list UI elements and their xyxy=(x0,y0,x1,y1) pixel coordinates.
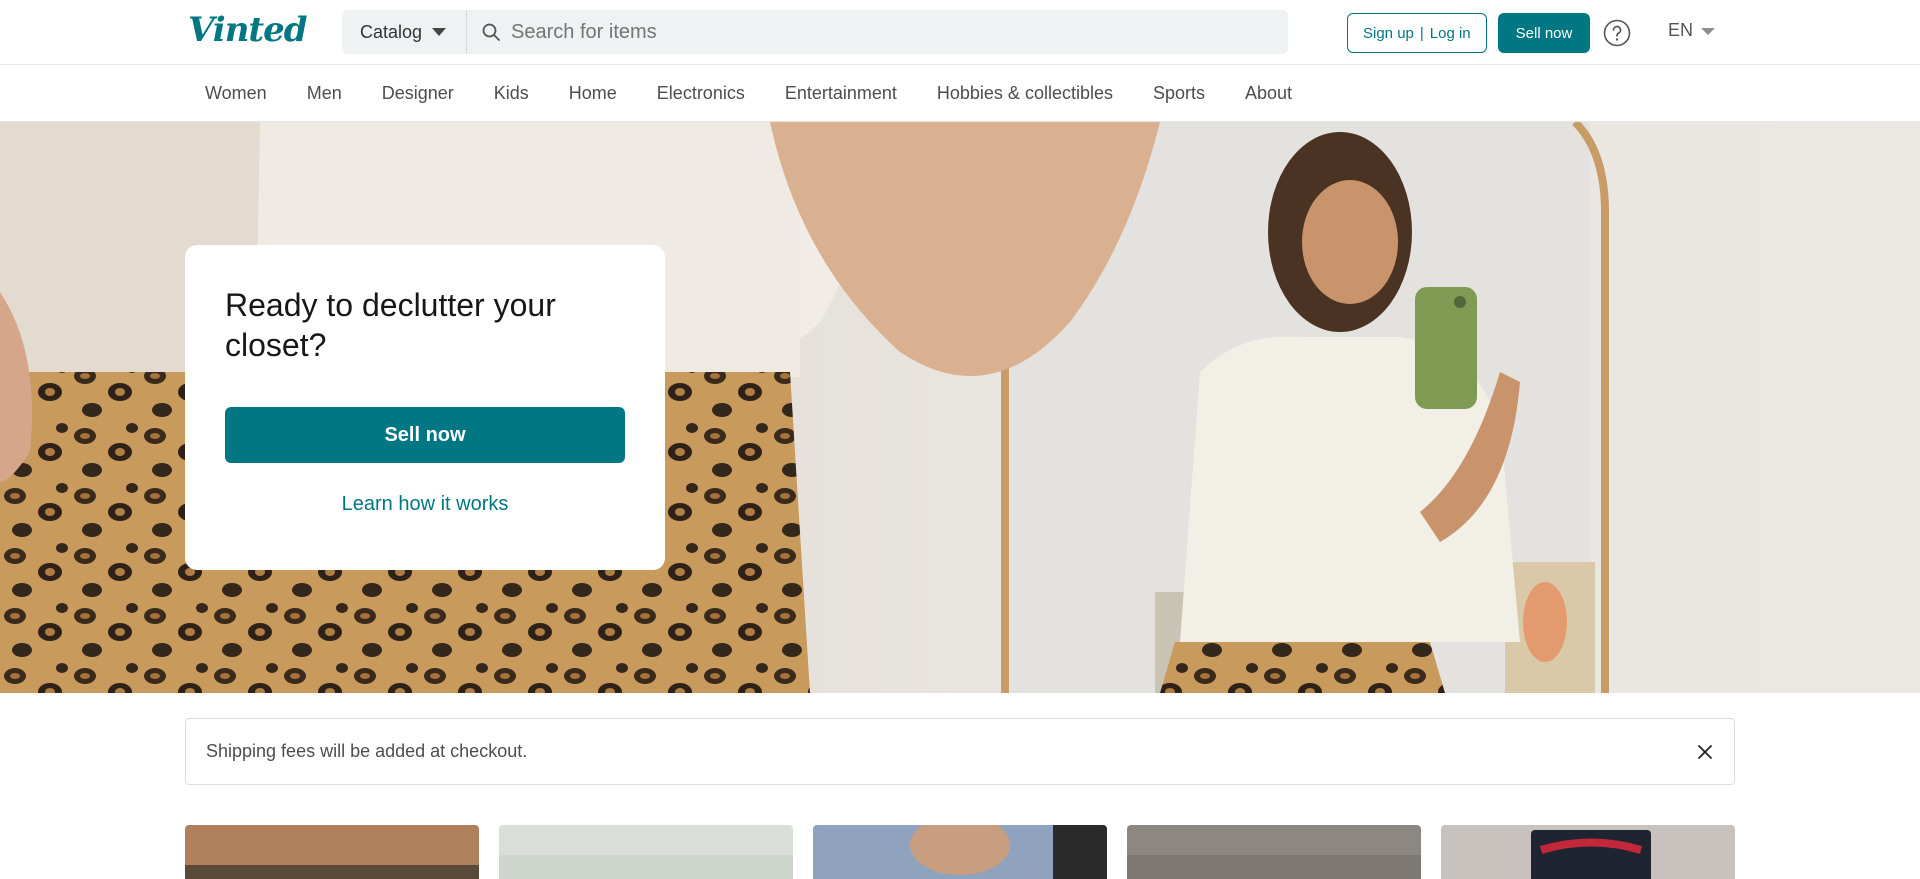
auth-separator: | xyxy=(1419,24,1424,42)
learn-how-it-works-link[interactable]: Learn how it works xyxy=(225,493,625,516)
nav-item-electronics[interactable]: Electronics xyxy=(637,83,765,104)
nav-item-kids[interactable]: Kids xyxy=(474,83,549,104)
hero-title: Ready to declutter your closet? xyxy=(225,287,556,363)
language-selector[interactable]: EN xyxy=(1668,20,1716,41)
nav-item-designer[interactable]: Designer xyxy=(362,83,474,104)
item-thumbnail[interactable] xyxy=(185,825,479,879)
shipping-notice: Shipping fees will be added at checkout. xyxy=(185,718,1735,785)
catalog-label: Catalog xyxy=(360,21,423,42)
nav-item-sports[interactable]: Sports xyxy=(1133,83,1225,104)
language-label: EN xyxy=(1668,20,1694,40)
search-icon xyxy=(482,23,500,41)
item-grid xyxy=(185,825,1735,879)
nav-item-women[interactable]: Women xyxy=(185,83,287,104)
login-link[interactable]: Log in xyxy=(1430,25,1471,42)
nav-item-men[interactable]: Men xyxy=(287,83,362,104)
nav-item-hobbies[interactable]: Hobbies & collectibles xyxy=(917,83,1133,104)
chevron-down-icon xyxy=(1701,28,1716,35)
shipping-notice-text: Shipping fees will be added at checkout. xyxy=(206,741,528,761)
close-icon[interactable] xyxy=(1694,741,1716,763)
signup-login-button[interactable]: Sign up | Log in xyxy=(1347,13,1487,53)
hero-card: Ready to declutter your closet? Sell now… xyxy=(185,245,665,570)
sell-now-button[interactable]: Sell now xyxy=(1498,13,1590,53)
catalog-dropdown[interactable]: Catalog xyxy=(342,10,468,54)
hero-sell-now-button[interactable]: Sell now xyxy=(225,407,625,463)
vinted-logo[interactable]: Vinted xyxy=(188,10,308,50)
top-header: Vinted Catalog Sign up | Log in Sell now… xyxy=(0,0,1920,65)
search-input[interactable] xyxy=(511,20,1272,44)
question-circle-icon[interactable] xyxy=(1603,19,1631,47)
item-thumbnail[interactable] xyxy=(499,825,793,879)
search-bar: Catalog xyxy=(342,10,1288,54)
item-thumbnail[interactable] xyxy=(813,825,1107,879)
item-thumbnail[interactable] xyxy=(1127,825,1421,879)
chevron-down-icon xyxy=(432,28,447,36)
hero-banner: Ready to declutter your closet? Sell now… xyxy=(0,122,1920,693)
item-thumbnail[interactable] xyxy=(1441,825,1735,879)
nav-item-about[interactable]: About xyxy=(1225,83,1312,104)
nav-item-entertainment[interactable]: Entertainment xyxy=(765,83,917,104)
nav-item-home[interactable]: Home xyxy=(549,83,637,104)
category-nav: Women Men Designer Kids Home Electronics… xyxy=(0,66,1920,122)
signup-link[interactable]: Sign up xyxy=(1363,25,1414,42)
